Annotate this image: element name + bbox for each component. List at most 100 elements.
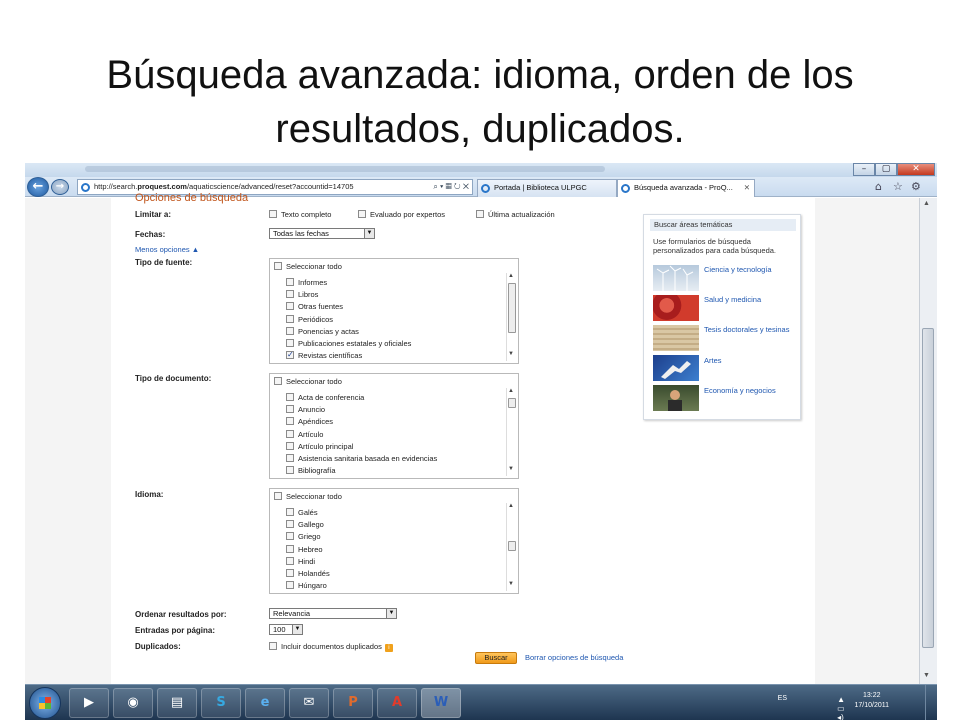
list-item[interactable]: Artículo: [286, 429, 500, 441]
blood-cells-icon[interactable]: [653, 295, 699, 321]
minimize-button[interactable]: –: [853, 163, 875, 176]
checkbox[interactable]: [269, 642, 277, 650]
list-item[interactable]: Asistencia sanitaria basada en evidencia…: [286, 453, 500, 465]
list-item[interactable]: Hindi: [286, 556, 500, 568]
list-scrollbar[interactable]: ▲ ▼: [506, 503, 516, 591]
per-page-label: Entradas por página:: [135, 626, 216, 635]
outlook-icon[interactable]: ✉: [289, 688, 329, 718]
checkbox[interactable]: [358, 210, 366, 218]
powerpoint-icon[interactable]: P: [333, 688, 373, 718]
list-item[interactable]: Ponencias y actas: [286, 326, 500, 338]
acrobat-icon[interactable]: A: [377, 688, 417, 718]
scroll-down-icon[interactable]: ▼: [923, 672, 930, 679]
business-meeting-icon[interactable]: [653, 385, 699, 411]
list-item[interactable]: Libros: [286, 289, 500, 301]
list-item[interactable]: Publicaciones estatales y oficiales: [286, 338, 500, 350]
firefox-icon[interactable]: ◉: [113, 688, 153, 718]
ie-page-icon: [81, 183, 90, 192]
list-item[interactable]: Húngaro: [286, 580, 500, 592]
maximize-button[interactable]: ▢: [875, 163, 897, 176]
url-path: /aquaticscience/advanced/reset?accountid…: [186, 182, 354, 191]
limit-fulltext-option[interactable]: Texto completo: [269, 210, 331, 219]
subject-areas-panel: Buscar áreas temáticas Use formularios d…: [643, 214, 801, 420]
tab-biblioteca[interactable]: Portada | Biblioteca ULPGC: [477, 179, 617, 197]
list-item[interactable]: Holandés: [286, 568, 500, 580]
chevron-down-icon: ▼: [364, 229, 374, 238]
settings-gear-icon[interactable]: ⚙: [911, 180, 921, 193]
area-link[interactable]: Economía y negocios: [704, 386, 794, 395]
scrollbar-thumb[interactable]: [922, 328, 934, 648]
start-button[interactable]: [29, 687, 61, 719]
list-item[interactable]: Acta de conferencia: [286, 392, 500, 404]
list-scrollbar[interactable]: ▲ ▼: [506, 273, 516, 361]
sort-select[interactable]: Relevancia ▼: [269, 608, 397, 619]
checkbox[interactable]: [274, 492, 282, 500]
area-link[interactable]: Salud y medicina: [704, 295, 794, 304]
info-icon[interactable]: i: [384, 644, 393, 652]
list-item[interactable]: Periódicos: [286, 314, 500, 326]
panel-description: Use formularios de búsqueda personalizad…: [653, 237, 777, 255]
page-scrollbar[interactable]: ▲ ▼: [919, 198, 937, 684]
checkbox[interactable]: [274, 377, 282, 385]
list-item[interactable]: Apéndices: [286, 416, 500, 428]
area-link[interactable]: Tesis doctorales y tesinas: [704, 325, 794, 334]
wind-turbines-icon[interactable]: [653, 265, 699, 291]
tab-busqueda-avanzada[interactable]: Búsqueda avanzada - ProQ... ✕: [617, 179, 755, 197]
address-tools-icons[interactable]: ⌕ ▾ ▦ ↻ ✕: [433, 180, 469, 194]
source-select-all[interactable]: Seleccionar todo: [274, 262, 342, 271]
dates-select[interactable]: Todas las fechas ▼: [269, 228, 375, 239]
favorites-star-icon[interactable]: ☆: [893, 180, 903, 193]
close-button[interactable]: ✕: [897, 163, 935, 176]
tab-favicon-icon: [481, 184, 490, 193]
slide-title: Búsqueda avanzada: idioma, orden de los …: [0, 48, 960, 156]
fewer-options-link[interactable]: Menos opciones ▲: [135, 245, 199, 254]
limit-peer-reviewed-option[interactable]: Evaluado por expertos: [358, 210, 445, 219]
list-item[interactable]: Otras fuentes: [286, 301, 500, 313]
manuscript-icon[interactable]: [653, 325, 699, 351]
slide-title-line-2: resultados, duplicados.: [275, 107, 685, 151]
ie-icon[interactable]: e: [245, 688, 285, 718]
explorer-icon[interactable]: ▤: [157, 688, 197, 718]
show-desktop-button[interactable]: [925, 685, 937, 720]
list-item[interactable]: Artículo principal: [286, 441, 500, 453]
area-link[interactable]: Ciencia y tecnología: [704, 265, 794, 274]
language-indicator[interactable]: ES: [778, 695, 787, 702]
tray-icons[interactable]: ▲ ▭ ◂): [837, 695, 845, 720]
skype-icon[interactable]: S: [201, 688, 241, 718]
window-titlebar: – ▢ ✕: [25, 163, 937, 177]
list-scrollbar[interactable]: ▲ ▼: [506, 388, 516, 476]
word-icon[interactable]: W: [421, 688, 461, 718]
checkbox[interactable]: [269, 210, 277, 218]
art-hand-icon[interactable]: [653, 355, 699, 381]
language-select-all[interactable]: Seleccionar todo: [274, 492, 342, 501]
forward-arrow-icon: →: [55, 181, 65, 192]
slide-title-line-1: Búsqueda avanzada: idioma, orden de los: [106, 53, 854, 97]
list-item[interactable]: Gallego: [286, 519, 500, 531]
list-item[interactable]: Revistas científicas: [286, 349, 500, 362]
list-item[interactable]: Hebreo: [286, 544, 500, 556]
forward-button[interactable]: →: [51, 179, 69, 195]
area-link[interactable]: Artes: [704, 356, 794, 365]
source-type-label: Tipo de fuente:: [135, 258, 193, 267]
limit-last-update-option[interactable]: Última actualización: [476, 210, 555, 219]
back-button[interactable]: ←: [27, 177, 49, 197]
media-player-icon[interactable]: ▶: [69, 688, 109, 718]
clear-options-link[interactable]: Borrar opciones de búsqueda: [525, 653, 623, 662]
include-duplicates-option[interactable]: Incluir documentos duplicados i: [269, 642, 393, 652]
doc-select-all[interactable]: Seleccionar todo: [274, 377, 342, 386]
list-item[interactable]: Anuncio: [286, 404, 500, 416]
dates-label: Fechas:: [135, 230, 166, 239]
scroll-up-icon[interactable]: ▲: [923, 200, 930, 207]
home-icon[interactable]: ⌂: [875, 180, 882, 193]
clock[interactable]: 13:22 17/10/2011: [854, 691, 889, 711]
list-item[interactable]: Bibliografía: [286, 465, 500, 477]
checkbox[interactable]: [274, 262, 282, 270]
search-button[interactable]: Buscar: [475, 652, 517, 664]
list-item[interactable]: Griego: [286, 531, 500, 543]
checkbox[interactable]: [476, 210, 484, 218]
language-label: Idioma:: [135, 490, 164, 499]
list-item[interactable]: Galés: [286, 507, 500, 519]
per-page-select[interactable]: 100 ▼: [269, 624, 303, 635]
list-item[interactable]: Informes: [286, 277, 500, 289]
tab-close-icon[interactable]: ✕: [744, 180, 750, 196]
